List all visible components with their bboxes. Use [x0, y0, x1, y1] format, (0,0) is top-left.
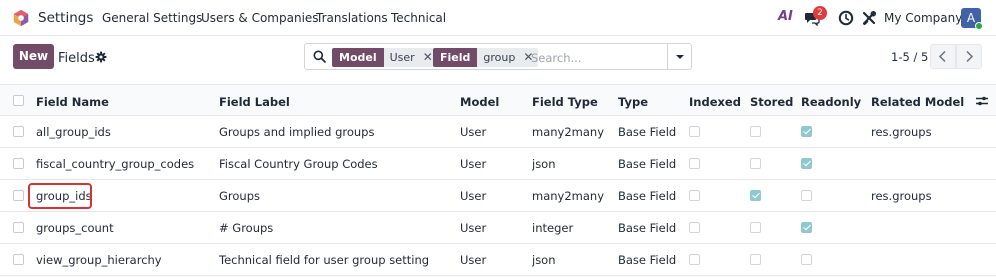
column-header-field-type[interactable]: Field Type [532, 95, 598, 109]
select-all-checkbox[interactable] [13, 95, 24, 106]
column-header-type[interactable]: Type [618, 95, 648, 109]
cell-type: Base Field [618, 125, 677, 139]
table-row[interactable]: groups_count # Groups User integer Base Fiel… [0, 212, 996, 244]
column-header-stored[interactable]: Stored [750, 95, 793, 109]
table-row[interactable]: group_ids Groups User many2many Base Field re… [0, 180, 996, 212]
top-navbar: Settings General Settings Users & Compan… [0, 0, 996, 36]
indexed-checkbox [689, 190, 700, 201]
column-header-related-model[interactable]: Related Model [871, 95, 964, 109]
row-select-checkbox[interactable] [13, 190, 24, 201]
cell-model: User [460, 253, 487, 267]
cell-model: User [460, 125, 487, 139]
cell-field-name: view_group_hierarchy [36, 253, 162, 267]
column-header-field-name[interactable]: Field Name [36, 95, 109, 109]
highlight-box [28, 183, 92, 209]
cell-type: Base Field [618, 189, 677, 203]
cell-model: User [460, 221, 487, 235]
row-select-checkbox[interactable] [13, 254, 24, 265]
pager-value[interactable]: 1-5 / 5 [891, 50, 928, 64]
table-row[interactable]: all_group_ids Groups and implied groups Us… [0, 116, 996, 148]
search-icon[interactable] [313, 50, 326, 63]
cell-field-label: # Groups [219, 221, 274, 235]
cell-type: Base Field [618, 157, 677, 171]
column-header-indexed[interactable]: Indexed [689, 95, 741, 109]
stored-checkbox [750, 190, 761, 201]
table-row[interactable]: fiscal_country_group_codes Fiscal Country… [0, 148, 996, 180]
facet-value-wrap: User ✕ [383, 48, 438, 67]
cell-field-name: fiscal_country_group_codes [36, 157, 195, 171]
cell-field-name: groups_count [36, 221, 114, 235]
readonly-checkbox [801, 254, 812, 265]
stored-checkbox [750, 222, 761, 233]
column-header-field-label[interactable]: Field Label [219, 95, 290, 109]
facet-label: Model [332, 48, 384, 67]
column-header-model[interactable]: Model [460, 95, 499, 109]
search-bar[interactable]: Model User ✕ Field group ✕ [304, 43, 692, 70]
cell-field-name: all_group_ids [36, 125, 111, 139]
cell-field-label: Groups and implied groups [219, 125, 375, 139]
table-header: Field Name Field Label Model Field Type … [0, 84, 996, 116]
cell-related-model: res.groups [871, 125, 932, 139]
cell-field-type: json [532, 157, 556, 171]
readonly-checkbox [801, 126, 812, 137]
search-facet-model: Model User ✕ [332, 48, 438, 67]
search-facet-field: Field group ✕ [433, 48, 539, 67]
remove-facet-icon[interactable]: ✕ [423, 48, 433, 67]
cell-related-model: res.groups [871, 189, 932, 203]
cell-field-type: json [532, 253, 556, 267]
menu-users-companies[interactable]: Users & Companies [201, 11, 319, 25]
row-select-checkbox[interactable] [13, 126, 24, 137]
readonly-checkbox [801, 158, 812, 169]
menu-translations[interactable]: Translations [316, 11, 388, 25]
indexed-checkbox [689, 222, 700, 233]
facet-value: User [389, 51, 415, 64]
facet-label: Field [433, 48, 478, 67]
new-button[interactable]: New [13, 44, 54, 69]
menu-technical[interactable]: Technical [391, 11, 446, 25]
indexed-checkbox [689, 158, 700, 169]
cell-type: Base Field [618, 253, 677, 267]
app-logo-icon[interactable] [12, 9, 30, 27]
stored-checkbox [750, 126, 761, 137]
chevron-left-icon [938, 50, 946, 63]
row-select-checkbox[interactable] [13, 158, 24, 169]
facet-value: group [483, 51, 516, 64]
indexed-checkbox [689, 254, 700, 265]
cell-field-label: Fiscal Country Group Codes [219, 157, 378, 171]
facet-value-wrap: group ✕ [477, 48, 539, 67]
ai-button[interactable]: AI [778, 9, 793, 24]
indexed-checkbox [689, 126, 700, 137]
pager-next-button[interactable] [956, 44, 982, 69]
optional-columns-settings-icon[interactable] [975, 95, 989, 107]
app-title[interactable]: Settings [38, 10, 93, 26]
pager-previous-button[interactable] [930, 44, 956, 69]
page-title: Fields [58, 51, 95, 66]
stored-checkbox [750, 254, 761, 265]
gear-icon[interactable] [95, 51, 107, 63]
cell-model: User [460, 189, 487, 203]
cell-type: Base Field [618, 221, 677, 235]
cell-field-type: many2many [532, 189, 605, 203]
readonly-checkbox [801, 222, 812, 233]
search-options-dropdown-icon[interactable] [668, 44, 692, 69]
stored-checkbox [750, 158, 761, 169]
cell-field-type: integer [532, 221, 574, 235]
menu-general-settings[interactable]: General Settings [102, 11, 202, 25]
messages-badge: 2 [813, 6, 827, 20]
row-select-checkbox[interactable] [13, 222, 24, 233]
chevron-right-icon [966, 50, 974, 63]
column-header-readonly[interactable]: Readonly [801, 95, 861, 109]
cell-field-label: Technical field for user group setting [219, 253, 430, 267]
tools-icon[interactable] [861, 10, 877, 26]
online-status-dot [975, 22, 983, 30]
cell-field-label: Groups [219, 189, 261, 203]
table-row[interactable]: view_group_hierarchy Technical field for … [0, 244, 996, 276]
company-switcher[interactable]: My Company [884, 11, 962, 25]
clock-icon[interactable] [838, 10, 854, 26]
readonly-checkbox [801, 190, 812, 201]
cell-field-type: many2many [532, 125, 605, 139]
search-input[interactable] [531, 48, 661, 67]
cell-model: User [460, 157, 487, 171]
